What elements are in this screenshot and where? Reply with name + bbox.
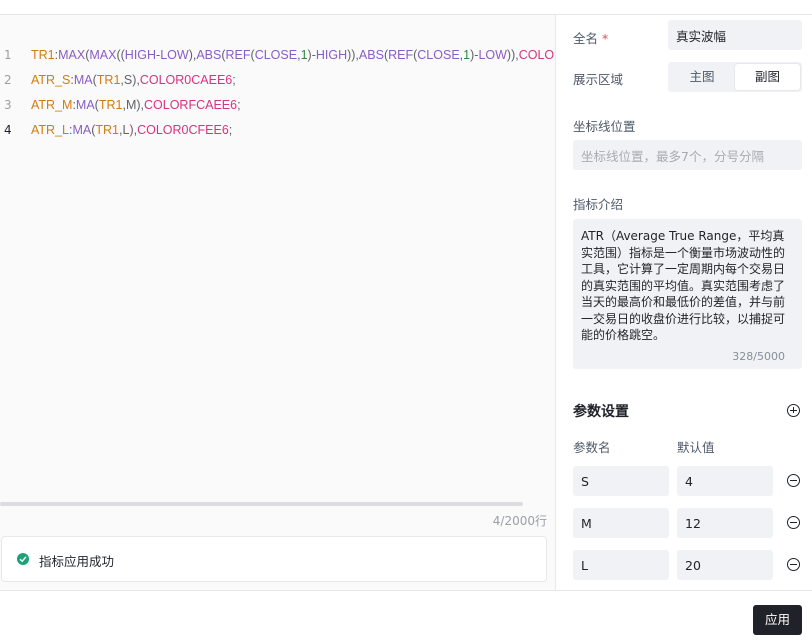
param-name-value: M: [581, 515, 592, 531]
param-name-input[interactable]: L: [573, 550, 669, 580]
status-bar: 指标应用成功: [1, 536, 547, 582]
code-text: ATR_M:MA(TR1,M),COLORFCAEE6;: [31, 95, 241, 115]
code-token: ATR_M: [31, 98, 73, 112]
code-token: ABS: [358, 48, 384, 62]
code-token: HIGH: [124, 48, 157, 62]
minus-circle-icon[interactable]: [787, 474, 800, 487]
full-name-value: 真实波幅: [676, 28, 727, 44]
code-token: ATR_L: [31, 123, 69, 137]
intro-char-counter: 328/5000: [732, 349, 785, 363]
line-number: 1: [4, 48, 12, 62]
code-line[interactable]: 1 TR1:MAX(MAX((HIGH-LOW),ABS(REF(CLOSE,1)…: [0, 45, 555, 65]
display-option-main-chart[interactable]: 主图: [670, 64, 734, 90]
settings-panel: 全名 * 真实波幅 展示区域 主图 副图 坐标线位置 坐标线位置，最多7个，分号分…: [556, 15, 812, 590]
code-token: COLOR0CAEE6: [139, 73, 233, 87]
param-value: 20: [685, 557, 701, 573]
code-token: REF: [225, 48, 251, 62]
param-name-input[interactable]: M: [573, 508, 669, 538]
code-token: MA: [72, 123, 92, 137]
code-token: ;: [228, 123, 233, 137]
intro-text: ATR（Average True Range，平均真实范围）指标是一个衡量市场波…: [581, 229, 786, 342]
plus-circle-icon[interactable]: [787, 404, 800, 417]
required-mark: *: [602, 31, 609, 46]
param-value: 4: [685, 473, 693, 489]
display-option-sub-chart[interactable]: 副图: [735, 64, 800, 90]
code-token: CLOSE: [254, 48, 298, 62]
intro-label: 指标介绍: [573, 197, 624, 212]
check-circle-icon: [17, 553, 29, 565]
code-token: MA: [73, 73, 93, 87]
line-number: 2: [4, 73, 12, 87]
code-token: TR1: [31, 48, 55, 62]
line-number: 3: [4, 98, 12, 112]
code-token: ((: [116, 48, 125, 62]
code-text: ATR_L:MA(TR1,L),COLOR0CFEE6;: [31, 120, 232, 140]
code-token: 1: [300, 48, 308, 62]
code-token: ;: [232, 73, 236, 87]
code-token: ,S),: [120, 73, 140, 87]
code-token: COLORFF8D: [518, 48, 555, 62]
axis-position-input[interactable]: 坐标线位置，最多7个，分号分隔: [573, 140, 802, 170]
code-token: LOW: [478, 48, 507, 62]
param-value-input[interactable]: 20: [677, 550, 773, 580]
code-token: TR1: [96, 73, 121, 87]
param-value-input[interactable]: 4: [677, 466, 773, 496]
code-text: TR1:MAX(MAX((HIGH-LOW),ABS(REF(CLOSE,1)-…: [31, 45, 555, 65]
code-token: MAX: [58, 48, 86, 62]
code-token: COLOR0CFEE6: [137, 123, 229, 137]
code-token: HIGH: [315, 48, 348, 62]
full-name-label: 全名 *: [573, 31, 609, 46]
display-area-toggle: 主图 副图: [668, 62, 802, 92]
code-token: TR1: [95, 123, 120, 137]
param-value: 12: [685, 515, 701, 531]
display-area-label: 展示区域: [573, 72, 624, 87]
code-token: ,M),: [122, 98, 144, 112]
line-number: 4: [4, 123, 12, 137]
param-name-value: S: [581, 473, 589, 489]
code-token: ATR_S: [31, 73, 71, 87]
code-token: ;: [237, 98, 241, 112]
code-text: ATR_S:MA(TR1,S),COLOR0CAEE6;: [31, 70, 236, 90]
intro-textarea[interactable]: ATR（Average True Range，平均真实范围）指标是一个衡量市场波…: [573, 219, 802, 369]
code-token: REF: [388, 48, 414, 62]
code-token: ,L),: [119, 123, 138, 137]
code-token: LOW: [160, 48, 189, 62]
code-line[interactable]: 3 ATR_M:MA(TR1,M),COLORFCAEE6;: [0, 95, 555, 115]
param-name-value: L: [581, 557, 588, 573]
params-section-title: 参数设置: [573, 403, 629, 419]
minus-circle-icon[interactable]: [787, 558, 800, 571]
code-token: )-: [307, 48, 316, 62]
param-default-header: 默认值: [677, 440, 715, 455]
code-token: COLORFCAEE6: [144, 98, 238, 112]
horizontal-scrollbar[interactable]: [0, 502, 523, 506]
axis-position-placeholder: 坐标线位置，最多7个，分号分隔: [581, 148, 764, 164]
code-token: MAX: [89, 48, 117, 62]
full-name-input[interactable]: 真实波幅: [668, 20, 802, 50]
axis-position-label: 坐标线位置: [573, 119, 636, 134]
param-value-input[interactable]: 12: [677, 508, 773, 538]
footer-bar: [0, 590, 812, 640]
param-name-input[interactable]: S: [573, 466, 669, 496]
line-count: 4/2000行: [492, 514, 547, 528]
code-token: CLOSE: [417, 48, 460, 62]
code-token: ABS: [196, 48, 222, 62]
param-name-header: 参数名: [573, 440, 611, 455]
code-token: )),: [347, 48, 359, 62]
code-token: TR1: [98, 98, 123, 112]
code-editor[interactable]: 1 TR1:MAX(MAX((HIGH-LOW),ABS(REF(CLOSE,1)…: [0, 15, 556, 590]
minus-circle-icon[interactable]: [787, 516, 800, 529]
code-token: )),: [506, 48, 519, 62]
status-message: 指标应用成功: [39, 554, 115, 569]
code-line[interactable]: 2 ATR_S:MA(TR1,S),COLOR0CAEE6;: [0, 70, 555, 90]
code-line[interactable]: 4 ATR_L:MA(TR1,L),COLOR0CFEE6;: [0, 120, 555, 140]
code-token: MA: [75, 98, 95, 112]
apply-button[interactable]: 应用: [753, 605, 802, 635]
